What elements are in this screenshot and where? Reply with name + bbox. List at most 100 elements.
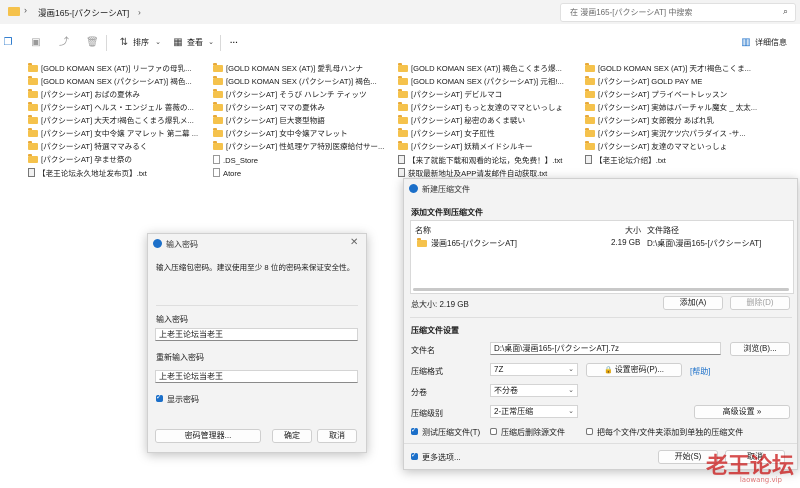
list-item[interactable]: [パクシーシAT] 女子肛性 (398, 128, 578, 140)
lock-icon: 🔒 (603, 367, 613, 374)
list-item[interactable]: Atore (213, 168, 388, 180)
list-item[interactable]: 【老王论坛介绍】.txt (585, 155, 780, 167)
show-password-label: 显示密码 (167, 395, 199, 404)
password-dialog: 输入密码 ✕ 输入压缩包密码。建议使用至少 8 位的密码来保证安全性。 输入密码… (147, 233, 367, 453)
list-item[interactable]: [パクシーシAT] 友達のママといっしょ (585, 141, 780, 153)
list-item[interactable]: [GOLD KOMAN SEX (パクシーシAT)] 褐色... (213, 76, 388, 88)
list-item[interactable]: [パクシーシAT] 女中令嬢 アマレット 第二幕 ... (28, 128, 203, 140)
folder-icon (398, 141, 408, 150)
list-item[interactable]: [GOLD KOMAN SEX (パクシーシAT)] 褐色... (28, 76, 203, 88)
set-password-button[interactable]: 🔒 设置密码(P)... (586, 363, 682, 377)
list-item[interactable]: [GOLD KOMAN SEX (パクシーシAT)] 元祖!... (398, 76, 578, 88)
archive-dialog: 新建压缩文件 添加文件到压缩文件 名称 大小 文件路径 漫画165-[パクシーシ… (403, 178, 798, 470)
delete-button[interactable]: 删除(D) (730, 296, 790, 310)
list-item[interactable]: [GOLD KOMAN SEX (AT)] 褐色こくまろ爆... (398, 63, 578, 75)
delete-source-checkbox[interactable] (490, 428, 497, 435)
search-placeholder: 在 漫画165-[パクシーシAT] 中搜索 (570, 8, 693, 17)
text-file-icon (585, 155, 592, 164)
level-select[interactable]: 2-正常压缩 ⌄ (490, 405, 578, 418)
list-item[interactable]: .DS_Store (213, 155, 388, 167)
list-item[interactable]: [GOLD KOMAN SEX (AT)] 愛乳母ハンナ (213, 63, 388, 75)
list-item[interactable]: [パクシーシAT] 巨大褒型物語 (213, 115, 388, 127)
details-button[interactable]: 详细信息 (755, 36, 787, 50)
watermark-url: laowang.vip (739, 476, 782, 484)
more-options-checkbox[interactable] (411, 451, 418, 460)
breadcrumb[interactable]: 漫画165-[パクシーシAT] › (38, 5, 550, 20)
list-item[interactable]: [パクシーシAT] 女郎親分 あばれ乳 (585, 115, 780, 127)
separate-archive-checkbox[interactable] (586, 428, 593, 435)
more-button[interactable]: ··· (230, 36, 238, 50)
list-item[interactable]: [パクシーシAT] ヘルス・エンジェル 蔷薇の... (28, 102, 203, 114)
list-item[interactable]: [パクシーシAT] 大天才!褐色こくまろ爆乳メ... (28, 115, 203, 127)
horizontal-scrollbar[interactable] (413, 288, 789, 291)
text-file-icon (28, 168, 35, 177)
sort-button[interactable]: 排序 (133, 36, 149, 50)
list-item[interactable]: [パクシーシAT] 秘密のあくま襞い (398, 115, 578, 127)
list-item[interactable]: [パクシーシAT] 実況ケツ穴パラダイス -サ... (585, 128, 780, 140)
chevron-right-icon[interactable]: › (24, 5, 27, 15)
list-item[interactable]: [パクシーシAT] 孕ませ祭の (28, 154, 203, 166)
folder-icon (8, 7, 20, 16)
list-item[interactable]: [パクシーシAT] 特選ママみるく (28, 141, 203, 153)
advanced-button[interactable]: 高级设置 » (694, 405, 790, 419)
help-link[interactable]: [帮助] (690, 366, 710, 377)
filename-input[interactable]: D:\桌面\漫画165-[パクシーシAT].7z (490, 342, 721, 355)
password-manager-button[interactable]: 密码管理器... (155, 429, 261, 443)
level-value: 2-正常压缩 (494, 407, 534, 416)
list-item[interactable]: [パクシーシAT] 実姉はバーチャル魔女 _ 太太... (585, 102, 780, 114)
browse-button[interactable]: 浏览(B)... (730, 342, 790, 356)
folder-icon (398, 102, 408, 111)
col-path-header[interactable]: 文件路径 (647, 225, 679, 236)
paste-icon[interactable]: ▣ (30, 37, 42, 49)
search-input[interactable]: 在 漫画165-[パクシーシAT] 中搜索 ⌕ (560, 3, 796, 22)
split-select[interactable]: 不分卷 ⌄ (490, 384, 578, 397)
delete-icon[interactable]: 🗑 (86, 37, 99, 49)
view-button[interactable]: 查看 (187, 36, 203, 50)
list-item[interactable]: [パクシーシAT] ママの夏休み (213, 102, 388, 114)
col-name-header[interactable]: 名称 (415, 225, 431, 236)
sort-icon[interactable]: ⇅ (118, 37, 130, 49)
folder-icon (213, 76, 223, 85)
list-item[interactable]: [パクシーシAT] 妖精メイドシルキー (398, 141, 578, 153)
format-select[interactable]: 7Z ⌄ (490, 363, 578, 376)
more-options-label[interactable]: 更多选项... (422, 452, 461, 463)
copy-icon[interactable]: ❐ (2, 37, 14, 49)
confirm-password-input[interactable]: 上老王论坛当老王 (155, 370, 358, 383)
split-label: 分卷 (411, 388, 427, 397)
dialog-titlebar: 输入密码 ✕ (148, 234, 366, 254)
format-label: 压缩格式 (411, 367, 443, 376)
app-icon (409, 184, 418, 193)
list-item[interactable]: [パクシーシAT] もっと友達のママといっしょ (398, 102, 578, 114)
search-icon[interactable]: ⌕ (783, 6, 788, 17)
share-icon[interactable]: ⤴ (58, 37, 70, 49)
list-item[interactable]: 【老王论坛永久地址发布页】.txt (28, 168, 203, 180)
table-row[interactable]: 漫画165-[パクシーシAT] 2.19 GB D:\桌面\漫画165-[パクシ… (411, 236, 793, 249)
view-icon[interactable]: ▦ (172, 37, 184, 49)
details-pane-icon[interactable]: ▥ (740, 37, 752, 49)
chevron-down-icon: ⌄ (155, 39, 161, 46)
folder-icon (585, 89, 595, 98)
list-item[interactable]: [パクシーシAT] デビルマコ (398, 89, 578, 101)
list-item[interactable]: [パクシーシAT] GOLD PAY ME (585, 76, 780, 88)
divider (404, 443, 797, 444)
list-item[interactable]: [パクシーシAT] 性処理ケア特別医療給付サー... (213, 141, 388, 153)
set-password-label: 设置密码(P)... (614, 365, 665, 374)
chevron-right-icon[interactable]: › (138, 7, 141, 17)
list-item[interactable]: [パクシーシAT] 女中令嬢アマレット (213, 128, 388, 140)
test-archive-checkbox[interactable] (411, 426, 418, 435)
list-item[interactable]: [GOLD KOMAN SEX (AT)] リーファの母乳... (28, 63, 203, 75)
show-password-checkbox[interactable] (156, 393, 163, 402)
list-item[interactable]: [GOLD KOMAN SEX (AT)] 天才!褐色こくま... (585, 63, 780, 75)
cancel-button[interactable]: 取消 (317, 429, 357, 443)
ok-button[interactable]: 确定 (272, 429, 312, 443)
list-item[interactable]: [パクシーシAT] おばの夏休み (28, 89, 203, 101)
list-item[interactable]: 【来了就能下载和观看的论坛，免免费！】.txt (398, 155, 578, 167)
close-icon[interactable]: ✕ (350, 237, 358, 248)
col-size-header[interactable]: 大小 (625, 225, 641, 236)
password-input[interactable]: 上老王论坛当老王 (155, 328, 358, 341)
dialog-title: 输入密码 (166, 240, 198, 249)
list-item[interactable]: [パクシーシAT] そうび ハレンチ ティッツ (213, 89, 388, 101)
list-item[interactable]: [パクシーシAT] プライベートレッスン (585, 89, 780, 101)
add-button[interactable]: 添加(A) (663, 296, 723, 310)
breadcrumb-current[interactable]: 漫画165-[パクシーシAT] (38, 7, 129, 19)
